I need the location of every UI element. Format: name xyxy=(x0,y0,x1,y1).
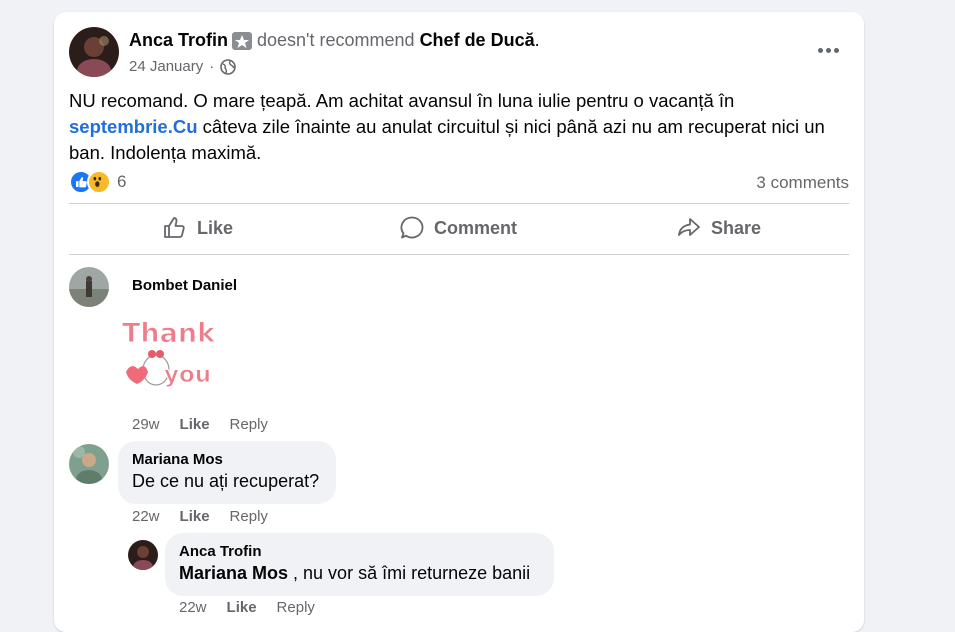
divider-bottom xyxy=(69,254,849,255)
reply-mention[interactable]: Mariana Mos xyxy=(179,563,288,583)
reply-author-avatar[interactable] xyxy=(128,540,158,570)
post-card: Anca Trofin doesn't recommend Chef de Du… xyxy=(54,12,864,632)
divider-top xyxy=(69,203,849,204)
comment-meta: 22w Like Reply xyxy=(132,508,268,525)
comment-text: De ce nu ați recuperat? xyxy=(132,471,320,491)
reply-reply-button[interactable]: Reply xyxy=(277,599,315,616)
post-meta: 24 January · xyxy=(129,58,237,75)
comment-time[interactable]: 22w xyxy=(132,508,160,525)
post-date[interactable]: 24 January xyxy=(129,58,203,75)
reply-text: Mariana Mos , nu vor să îmi returneze ba… xyxy=(179,563,540,584)
reply-meta: 22w Like Reply xyxy=(179,599,315,616)
comment-like-button[interactable]: Like xyxy=(180,508,210,525)
comments-count[interactable]: 3 comments xyxy=(756,173,849,193)
sticker-text-thank: Thank xyxy=(122,318,216,349)
comment-bubble: Mariana Mos De ce nu ați recuperat? xyxy=(118,441,336,504)
comment-bubble-icon xyxy=(400,216,424,239)
post-link[interactable]: septembrie.Cu xyxy=(69,116,198,137)
reply-like-button[interactable]: Like xyxy=(227,599,257,616)
commenter-avatar[interactable] xyxy=(69,444,109,484)
reply-author-name[interactable]: Anca Trofin xyxy=(179,543,540,560)
share-arrow-icon xyxy=(678,218,700,236)
thank-you-sticker: Thank you xyxy=(118,312,218,402)
author-name[interactable]: Anca Trofin xyxy=(129,30,228,51)
post-body: NU recomand. O mare țeapă. Am achitat av… xyxy=(69,88,859,166)
wow-reaction-icon xyxy=(87,170,111,194)
post-text-part1: NU recomand. O mare țeapă. Am achitat av… xyxy=(69,90,735,111)
reply-time[interactable]: 22w xyxy=(179,599,207,616)
commenter-name[interactable]: Mariana Mos xyxy=(132,451,322,468)
like-button[interactable]: Like xyxy=(162,208,233,248)
share-label: Share xyxy=(711,217,762,238)
globe-icon xyxy=(220,58,237,75)
comment-like-button[interactable]: Like xyxy=(180,416,210,433)
post-header: Anca Trofin doesn't recommend Chef de Du… xyxy=(129,30,540,51)
recommendation-badge-icon xyxy=(232,31,253,50)
reply-text-body: , nu vor să îmi returneze banii xyxy=(288,563,531,583)
reaction-count: 6 xyxy=(117,172,127,191)
page-name[interactable]: Chef de Ducă xyxy=(420,30,535,51)
sticker-text-you: you xyxy=(164,362,211,388)
share-button[interactable]: Share xyxy=(676,208,761,248)
commenter-name[interactable]: Bombet Daniel xyxy=(132,277,237,294)
thumbs-up-icon xyxy=(164,217,185,238)
commenter-avatar[interactable] xyxy=(69,267,109,307)
comment-label: Comment xyxy=(434,217,518,238)
comment-reply-button[interactable]: Reply xyxy=(230,508,268,525)
comment-reply-button[interactable]: Reply xyxy=(230,416,268,433)
like-label: Like xyxy=(197,217,234,238)
reply-bubble: Anca Trofin Mariana Mos , nu vor să îmi … xyxy=(165,533,554,596)
comment-button[interactable]: Comment xyxy=(399,208,517,248)
separator-dot: · xyxy=(209,58,215,75)
reactions-summary[interactable]: 6 xyxy=(69,170,126,194)
author-avatar[interactable] xyxy=(69,27,119,77)
more-options-icon[interactable] xyxy=(816,42,840,58)
recommend-verb: doesn't recommend xyxy=(257,30,415,50)
comment-meta: 29w Like Reply xyxy=(132,416,268,433)
comment-time[interactable]: 29w xyxy=(132,416,160,433)
header-punct: . xyxy=(534,30,540,50)
